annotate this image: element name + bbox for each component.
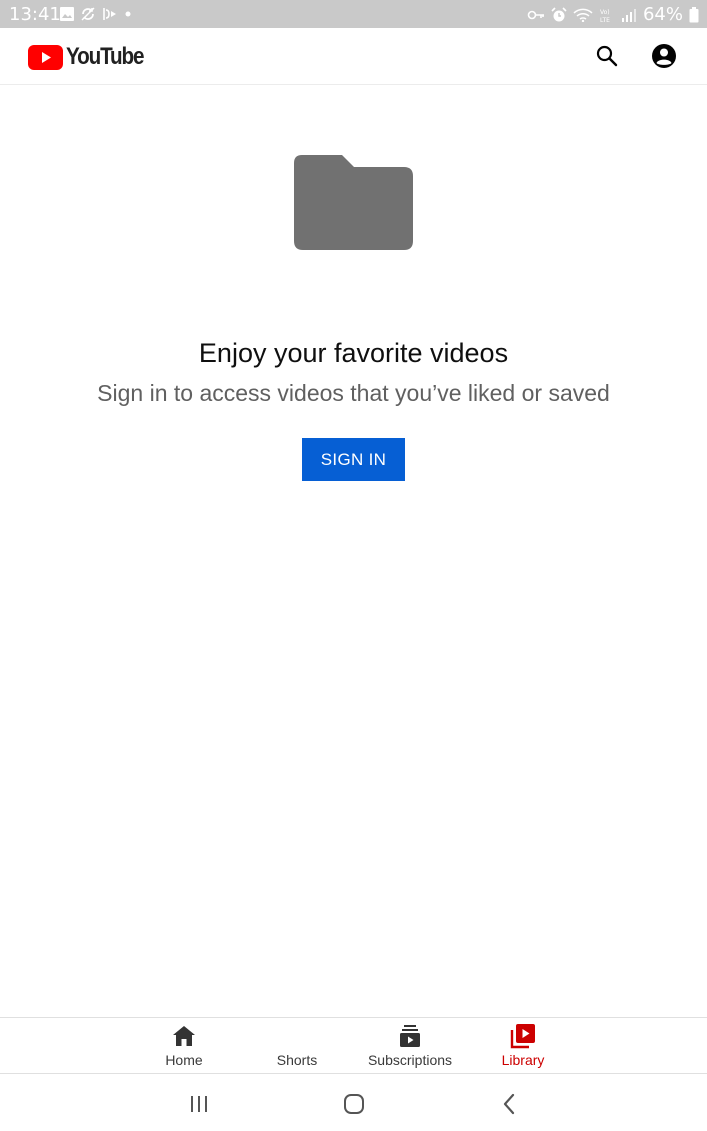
wifi-icon: [573, 8, 593, 22]
svg-text:LTE: LTE: [600, 17, 610, 23]
svg-text:Vo): Vo): [600, 9, 610, 16]
nav-subscriptions[interactable]: Subscriptions: [355, 1018, 465, 1074]
nav-subscriptions-label: Subscriptions: [367, 1052, 453, 1068]
account-button[interactable]: [650, 42, 678, 70]
youtube-logo[interactable]: YouTube: [28, 43, 156, 71]
home-icon: [173, 1026, 195, 1046]
home-circle-icon: [344, 1094, 364, 1114]
sign-in-button[interactable]: SIGN IN: [302, 438, 405, 481]
status-bar: 13:41 Vo) LTE 64%: [0, 0, 707, 28]
page-subtitle: Sign in to access videos that you’ve lik…: [97, 380, 610, 406]
nav-shorts-label: Shorts: [276, 1052, 318, 1068]
library-icon: [510, 1024, 535, 1049]
battery-icon: [689, 6, 699, 22]
system-nav: [0, 1075, 707, 1131]
nav-home[interactable]: Home: [129, 1018, 239, 1074]
gallery-icon: [60, 7, 74, 21]
signal-icon: [621, 8, 636, 22]
alarm-icon: [551, 6, 567, 21]
status-right: Vo) LTE 64%: [527, 4, 699, 25]
account-icon: [652, 44, 676, 68]
sync-icon: [81, 7, 95, 21]
cast-icon: [103, 8, 116, 20]
status-time: 13:41: [9, 4, 61, 25]
bottom-nav: Home Shorts Subscriptions Library: [0, 1017, 707, 1074]
status-left-icons: [60, 6, 132, 22]
logo-text: YouTube: [66, 43, 145, 70]
dot-icon: [125, 11, 131, 17]
battery-percent: 64%: [642, 4, 683, 25]
search-button[interactable]: [593, 42, 621, 70]
nav-home-label: Home: [165, 1052, 203, 1068]
search-icon: [596, 45, 618, 67]
back-icon: [503, 1093, 515, 1115]
volte-icon: Vo)LTE: [600, 9, 610, 23]
folder-icon: [294, 155, 413, 250]
youtube-play-icon: [28, 44, 63, 70]
app-header: YouTube: [0, 28, 707, 85]
page-title: Enjoy your favorite videos: [198, 338, 509, 368]
nav-library-label: Library: [501, 1052, 545, 1068]
recents-button[interactable]: [184, 1089, 214, 1119]
key-icon: [527, 10, 544, 19]
nav-shorts[interactable]: Shorts: [242, 1018, 352, 1074]
nav-library[interactable]: Library: [468, 1018, 578, 1074]
subscriptions-icon: [400, 1025, 420, 1047]
back-button[interactable]: [494, 1089, 524, 1119]
recents-icon: [191, 1096, 207, 1112]
folder-illustration: [294, 155, 413, 255]
system-home-button[interactable]: [339, 1089, 369, 1119]
